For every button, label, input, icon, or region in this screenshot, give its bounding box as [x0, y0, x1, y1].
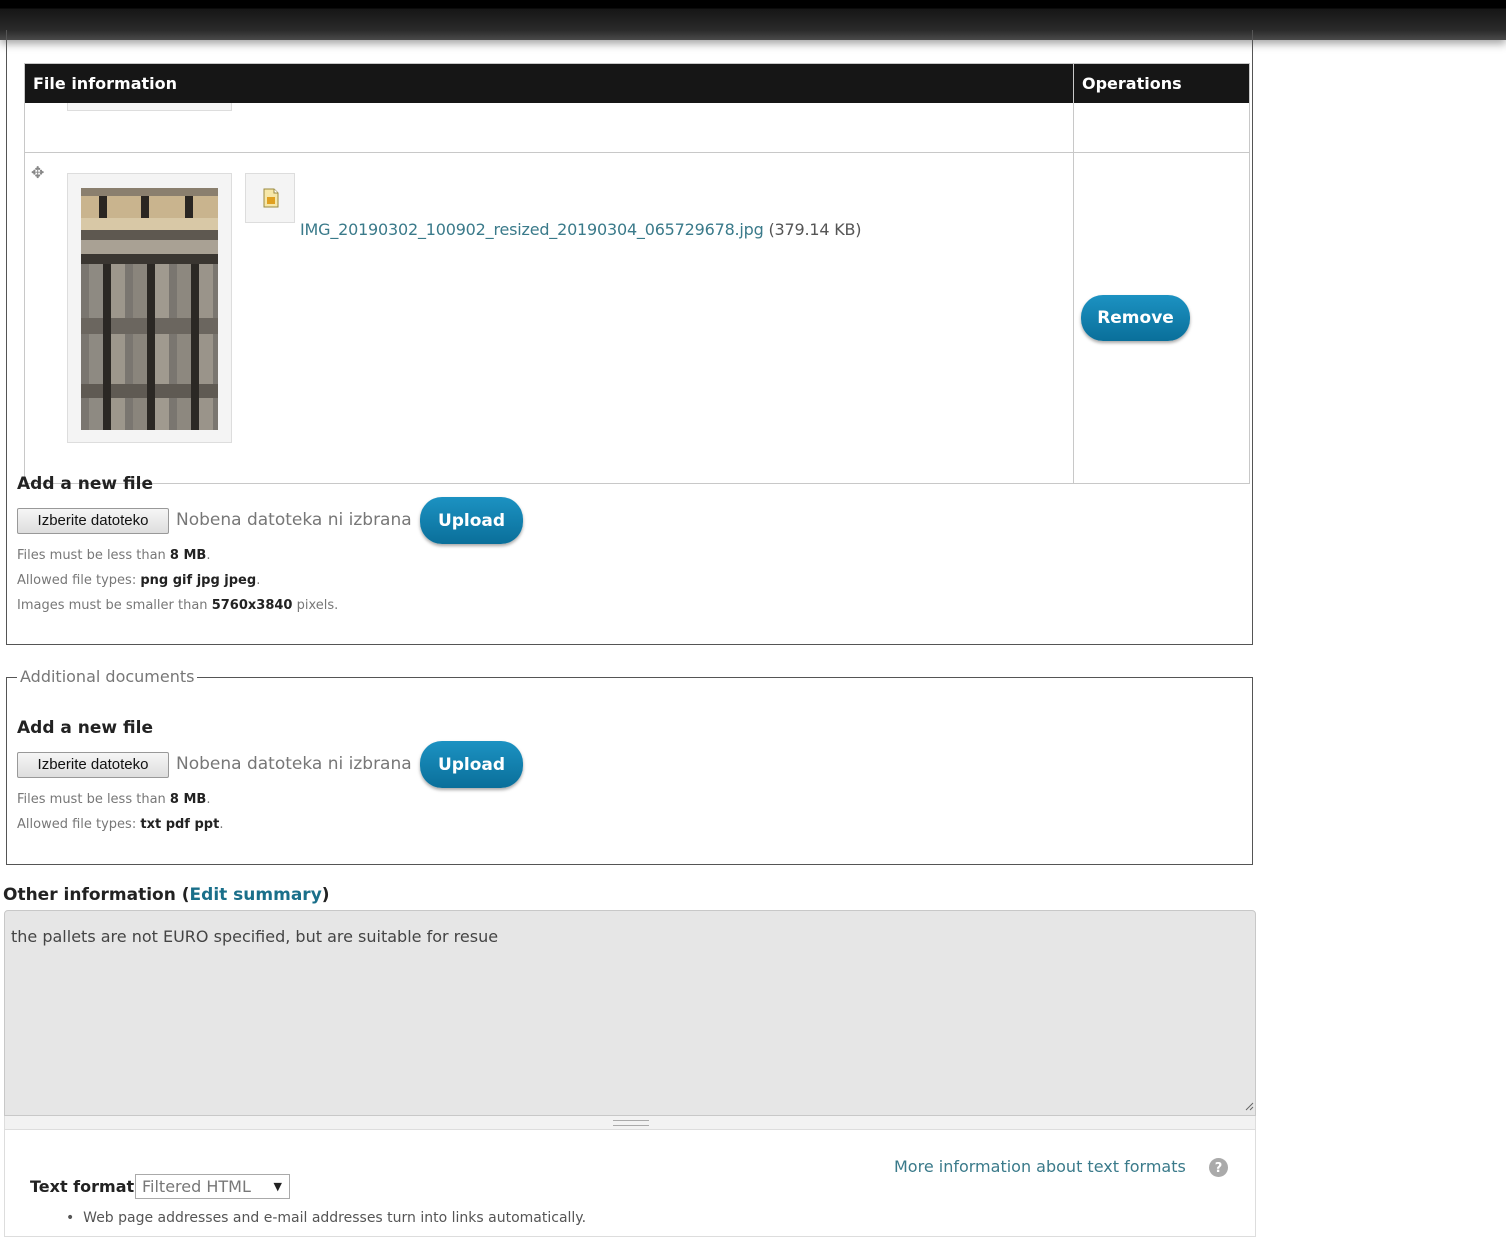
no-file-chosen: Nobena datoteka ni izbrana	[176, 754, 412, 774]
upload-button[interactable]: Upload	[420, 741, 523, 788]
grip-lines-icon	[613, 1120, 649, 1126]
allowed-types-text: Allowed file types: png gif jpg jpeg.	[17, 573, 261, 588]
header-file-information: File information	[33, 74, 178, 93]
no-file-chosen: Nobena datoteka ni izbrana	[176, 510, 412, 530]
additional-documents-fieldset: Add a new file Izberite datoteko Nobena …	[6, 677, 1253, 865]
question-circle-icon[interactable]: ?	[1209, 1158, 1228, 1177]
image-thumbnail	[67, 173, 232, 443]
text-format-label: Text format	[30, 1177, 135, 1196]
image-file-icon	[245, 173, 295, 223]
file-table: File information Operations ✥ IMG_201903…	[24, 63, 1250, 484]
file-size: (379.14 KB)	[768, 220, 862, 239]
upload-button[interactable]: Upload	[420, 497, 523, 544]
table-header: File information Operations	[25, 64, 1249, 103]
choose-file-button[interactable]: Izberite datoteko	[17, 752, 169, 778]
file-link[interactable]: IMG_20190302_100902_resized_20190304_065…	[300, 220, 764, 239]
svg-text:?: ?	[1215, 1161, 1223, 1176]
size-limit-text: Files must be less than 8 MB.	[17, 792, 211, 807]
other-information-textarea[interactable]: the pallets are not EURO specified, but …	[4, 910, 1256, 1116]
choose-file-button[interactable]: Izberite datoteko	[17, 508, 169, 534]
other-information-label: Other information (Edit summary)	[3, 885, 330, 905]
pallets-photo	[81, 188, 218, 430]
textarea-grippie[interactable]	[4, 1116, 1256, 1130]
dimension-limit-text: Images must be smaller than 5760x3840 pi…	[17, 598, 339, 613]
images-fieldset: File information Operations ✥ IMG_201903…	[6, 30, 1253, 645]
text-format-selected-value: Filtered HTML	[142, 1177, 251, 1196]
previous-thumbnail-edge	[67, 103, 232, 111]
allowed-types-text: Allowed file types: txt pdf ppt.	[17, 817, 224, 832]
remove-button[interactable]: Remove	[1081, 295, 1190, 341]
triangle-down-icon: ▼	[273, 1180, 282, 1193]
additional-documents-legend: Additional documents	[17, 667, 198, 686]
text-format-select[interactable]: Filtered HTML ▼	[135, 1174, 290, 1199]
add-new-file-label: Add a new file	[17, 718, 154, 738]
file-entry: IMG_20190302_100902_resized_20190304_065…	[300, 220, 862, 239]
size-limit-text: Files must be less than 8 MB.	[17, 548, 211, 563]
column-divider	[1073, 64, 1074, 483]
add-new-file-label: Add a new file	[17, 474, 154, 494]
move-cross-icon[interactable]: ✥	[31, 165, 44, 181]
filter-tip: • Web page addresses and e-mail addresse…	[66, 1210, 587, 1226]
row-divider	[25, 152, 1249, 153]
header-operations: Operations	[1082, 74, 1182, 93]
resize-corner-icon[interactable]	[1244, 1101, 1254, 1111]
more-info-link[interactable]: More information about text formats	[894, 1157, 1186, 1176]
edit-summary-link[interactable]: Edit summary	[190, 885, 322, 905]
